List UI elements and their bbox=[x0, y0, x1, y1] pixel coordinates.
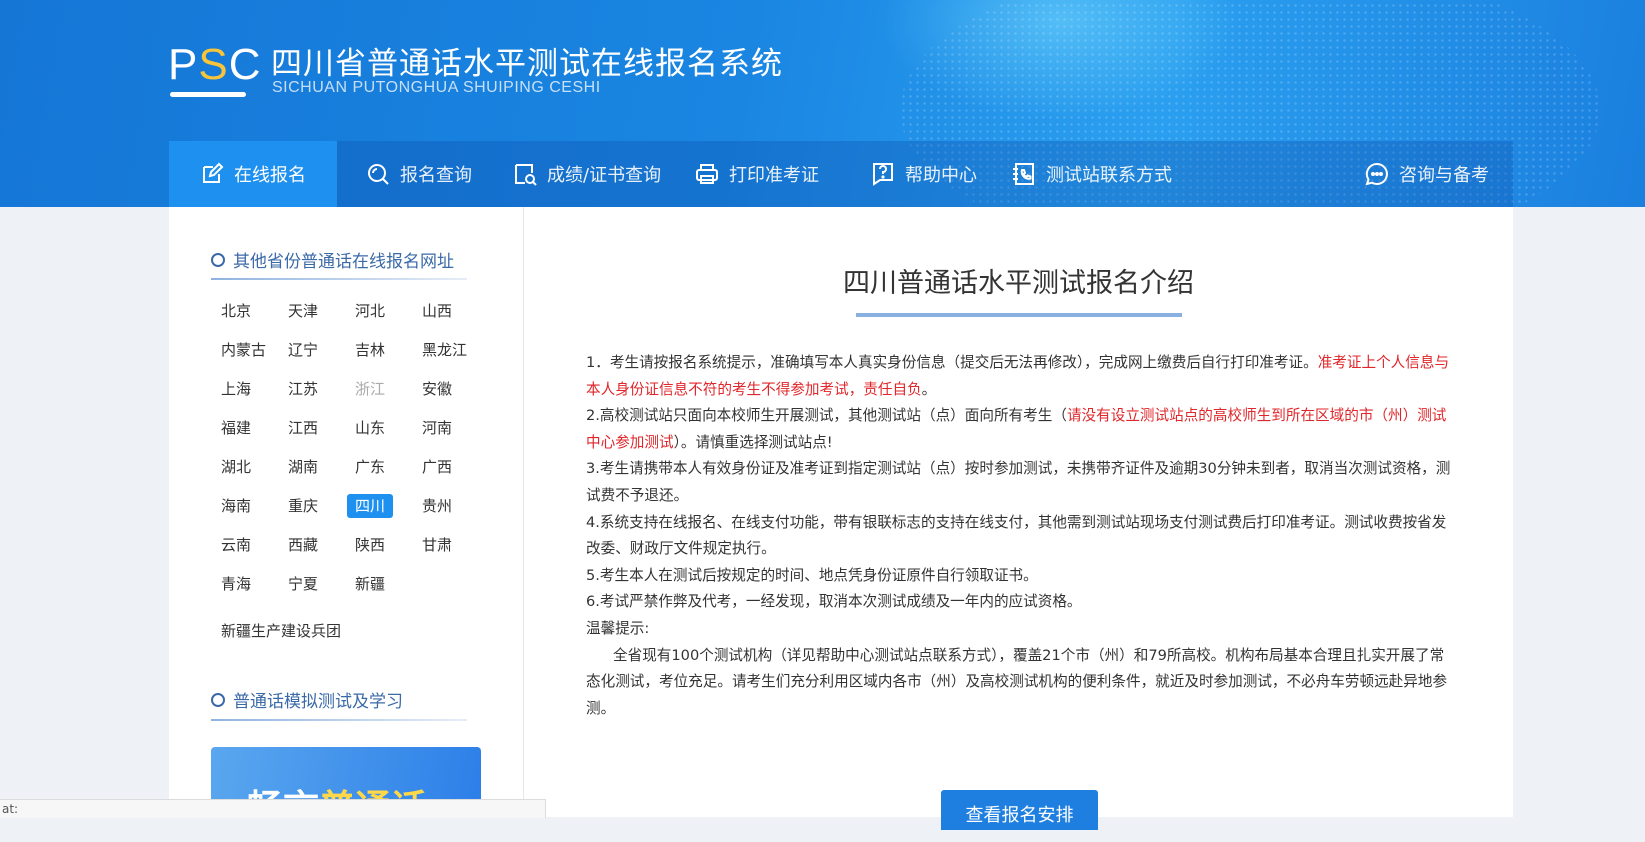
province-link[interactable]: 北京 bbox=[213, 299, 259, 323]
notice-item-5: 5.考生本人在测试后按规定的时间、地点凭身份证原件自行领取证书。 bbox=[586, 566, 1038, 584]
chat-icon bbox=[1365, 162, 1388, 186]
province-link[interactable]: 湖南 bbox=[280, 455, 326, 479]
heading-underline bbox=[211, 278, 467, 280]
nav-item-score-certificate-query[interactable]: 成绩/证书查询 bbox=[513, 141, 661, 207]
main-nav: 在线报名 报名查询 成绩/证书查询 打印准考证 帮助中心 测试站联系方式 咨询与… bbox=[169, 141, 1513, 207]
nav-label: 在线报名 bbox=[234, 165, 306, 186]
province-link[interactable]: 贵州 bbox=[414, 494, 460, 518]
nav-label: 成绩/证书查询 bbox=[547, 165, 662, 186]
page-title: 四川普通话水平测试报名介绍 bbox=[843, 268, 1194, 299]
province-link[interactable]: 四川 bbox=[347, 494, 394, 518]
circle-bullet-icon bbox=[211, 692, 225, 707]
site-subtitle: SICHUAN PUTONGHUA SHUIPING CESHI bbox=[272, 79, 601, 96]
province-link[interactable]: 江西 bbox=[280, 416, 326, 440]
notice-item-3: 3.考生请携带本人有效身份证及准考证到指定测试站（点）按时参加测试，未携带齐证件… bbox=[586, 460, 1451, 504]
certificate-search-icon bbox=[515, 164, 537, 186]
printer-icon bbox=[696, 164, 718, 184]
province-link[interactable]: 山西 bbox=[414, 299, 460, 323]
province-link[interactable]: 西藏 bbox=[280, 533, 326, 557]
phone-book-icon bbox=[1013, 163, 1034, 185]
nav-label: 报名查询 bbox=[400, 165, 472, 186]
province-link[interactable]: 甘肃 bbox=[414, 533, 460, 557]
title-underline bbox=[856, 313, 1182, 317]
province-link[interactable]: 吉林 bbox=[347, 338, 393, 362]
nav-label: 打印准考证 bbox=[729, 165, 819, 186]
view-schedule-button[interactable]: 查看报名安排 bbox=[941, 790, 1098, 830]
provinces-heading: 其他省份普通话在线报名网址 bbox=[211, 247, 454, 272]
tip-body: 全省现有100个测试机构（详见帮助中心测试站点联系方式），覆盖21个市（州）和7… bbox=[586, 646, 1448, 717]
nav-item-consultation[interactable]: 咨询与备考 bbox=[1365, 141, 1489, 207]
notice-item-1: 1．考生请按报名系统提示，准确填写本人真实身份信息（提交后无法再修改），完成网上… bbox=[586, 354, 1450, 398]
province-link[interactable]: 广西 bbox=[414, 455, 460, 479]
edit-icon bbox=[203, 162, 224, 183]
logo-text: PSC bbox=[168, 40, 262, 89]
nav-label: 帮助中心 bbox=[905, 165, 977, 186]
province-link[interactable]: 重庆 bbox=[280, 494, 326, 518]
circle-bullet-icon bbox=[211, 252, 225, 267]
province-link[interactable]: 青海 bbox=[213, 572, 259, 596]
province-link[interactable]: 内蒙古 bbox=[213, 338, 274, 362]
province-link[interactable]: 云南 bbox=[213, 533, 259, 557]
status-bar: at: bbox=[0, 799, 546, 818]
province-link[interactable]: 海南 bbox=[213, 494, 259, 518]
province-link[interactable]: 山东 bbox=[347, 416, 393, 440]
site-title: 四川省普通话水平测试在线报名系统 bbox=[271, 46, 783, 82]
nav-item-online-registration[interactable]: 在线报名 bbox=[169, 141, 337, 207]
province-link[interactable]: 辽宁 bbox=[280, 338, 326, 362]
sidebar: 其他省份普通话在线报名网址 北京 天津 河北 山西内蒙古 辽宁 吉林 黑龙江上海 江苏 浙江 安徽… bbox=[169, 207, 524, 817]
nav-item-test-station-contacts[interactable]: 测试站联系方式 bbox=[1012, 141, 1172, 207]
province-link[interactable]: 福建 bbox=[213, 416, 259, 440]
province-link[interactable]: 新疆 bbox=[347, 572, 393, 596]
province-link[interactable]: 黑龙江 bbox=[414, 338, 475, 362]
study-heading: 普通话模拟测试及学习 bbox=[211, 687, 403, 712]
nav-item-help-center[interactable]: 帮助中心 bbox=[871, 141, 977, 207]
province-link-xinjiang-bingtuan[interactable]: 新疆生产建设兵团 bbox=[213, 619, 349, 643]
province-link[interactable]: 河南 bbox=[414, 416, 460, 440]
province-link[interactable]: 上海 bbox=[213, 377, 259, 401]
province-link[interactable]: 河北 bbox=[347, 299, 393, 323]
province-link[interactable]: 安徽 bbox=[414, 377, 460, 401]
province-link[interactable]: 广东 bbox=[347, 455, 393, 479]
registration-notice: 1．考生请按报名系统提示，准确填写本人真实身份信息（提交后无法再修改），完成网上… bbox=[586, 350, 1456, 722]
heading-underline bbox=[211, 719, 467, 721]
logo-book-bar bbox=[170, 92, 246, 97]
province-link[interactable]: 江苏 bbox=[280, 377, 326, 401]
main-content: 四川普通话水平测试报名介绍 1．考生请按报名系统提示，准确填写本人真实身份信息（… bbox=[524, 207, 1513, 830]
psc-logo[interactable]: PSC bbox=[168, 40, 261, 98]
province-link[interactable]: 宁夏 bbox=[280, 572, 326, 596]
tip-label: 温馨提示: bbox=[586, 619, 650, 637]
province-link[interactable]: 陕西 bbox=[347, 533, 393, 557]
notice-item-2: 2.高校测试站只面向本校师生开展测试，其他测试站（点）面向所有考生（请没有设立测… bbox=[586, 407, 1447, 451]
province-link[interactable]: 湖北 bbox=[213, 455, 259, 479]
nav-item-print-admission-ticket[interactable]: 打印准考证 bbox=[695, 141, 819, 207]
help-icon bbox=[873, 163, 893, 186]
nav-label: 咨询与备考 bbox=[1399, 165, 1489, 186]
search-icon bbox=[368, 164, 389, 185]
nav-item-registration-query[interactable]: 报名查询 bbox=[366, 141, 472, 207]
header-banner: PSC 四川省普通话水平测试在线报名系统 SICHUAN PUTONGHUA S… bbox=[0, 0, 1645, 207]
notice-item-4: 4.系统支持在线报名、在线支付功能，带有银联标志的支持在线支付，其他需到测试站现… bbox=[586, 513, 1447, 558]
notice-item-6: 6.考试严禁作弊及代考，一经发现，取消本次测试成绩及一年内的应试资格。 bbox=[586, 593, 1082, 611]
province-link[interactable]: 浙江 bbox=[347, 377, 393, 401]
nav-label: 测试站联系方式 bbox=[1046, 165, 1172, 186]
province-link[interactable]: 天津 bbox=[280, 299, 326, 323]
